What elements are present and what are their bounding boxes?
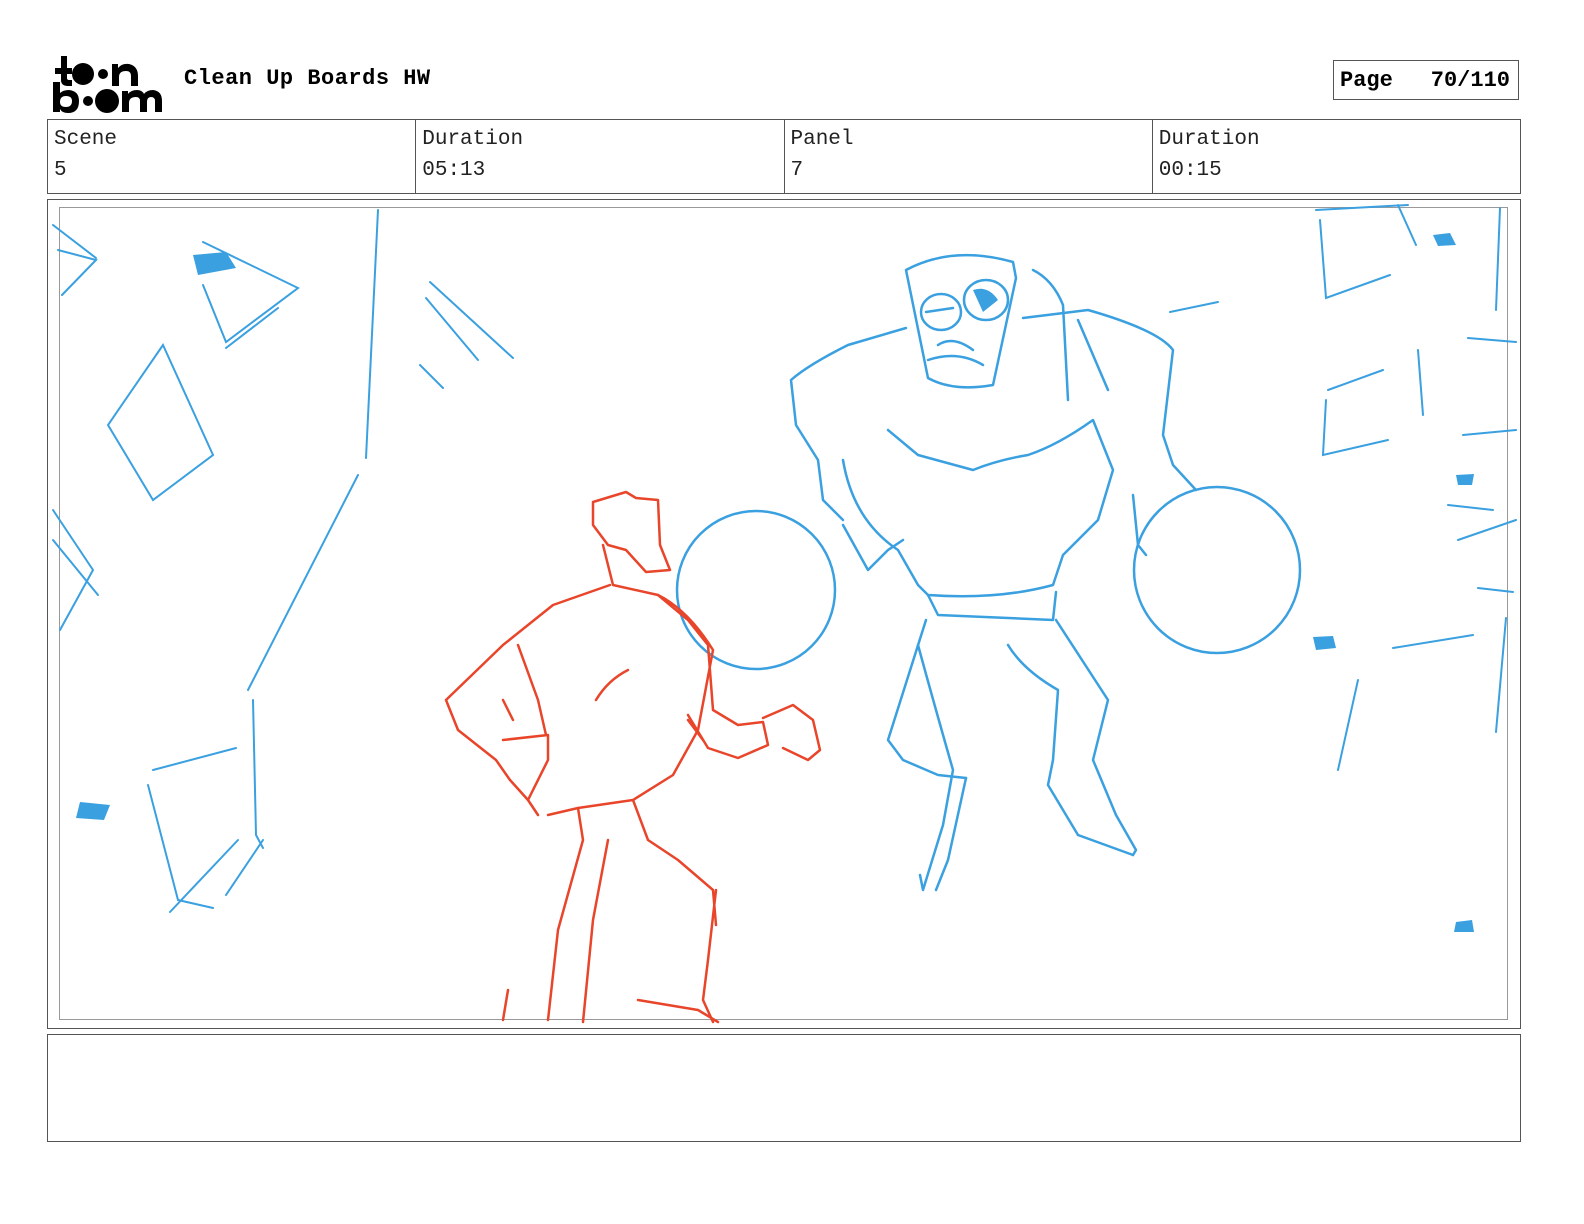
- document-title: Clean Up Boards HW: [184, 66, 431, 91]
- scene-label: Scene: [54, 128, 118, 151]
- notes-box: [47, 1034, 1521, 1142]
- robot-fist-right: [1132, 485, 1302, 655]
- panel-duration-cell: Duration 00:15: [1153, 120, 1520, 193]
- page-indicator: Page 70/110: [1333, 60, 1519, 100]
- scene-cell: Scene 5: [48, 120, 417, 193]
- scene-value: 5: [54, 159, 67, 182]
- page-number: 70/110: [1430, 67, 1510, 93]
- panel-cell: Panel 7: [785, 120, 1153, 193]
- page-label: Page: [1340, 67, 1393, 93]
- scene-duration-value: 05:13: [422, 159, 486, 182]
- panel-frame: [47, 199, 1521, 1029]
- panel-value: 7: [790, 159, 804, 182]
- scene-duration-cell: Duration 05:13: [416, 120, 785, 193]
- scene-info-table: Scene 5 Duration 05:13 Panel 7 Duration …: [47, 119, 1521, 194]
- hero-character: [444, 490, 822, 1024]
- toonboom-logo: [53, 56, 162, 113]
- background-shards: [52, 204, 1517, 913]
- robot-fist-left: [675, 509, 837, 671]
- panel-duration-value: 00:15: [1158, 159, 1222, 182]
- storyboard-sketch: [52, 204, 1517, 1024]
- panel-duration-label: Duration: [1158, 128, 1260, 151]
- background-gems: [76, 233, 1474, 932]
- scene-duration-label: Duration: [422, 128, 524, 151]
- panel-label: Panel: [790, 128, 854, 151]
